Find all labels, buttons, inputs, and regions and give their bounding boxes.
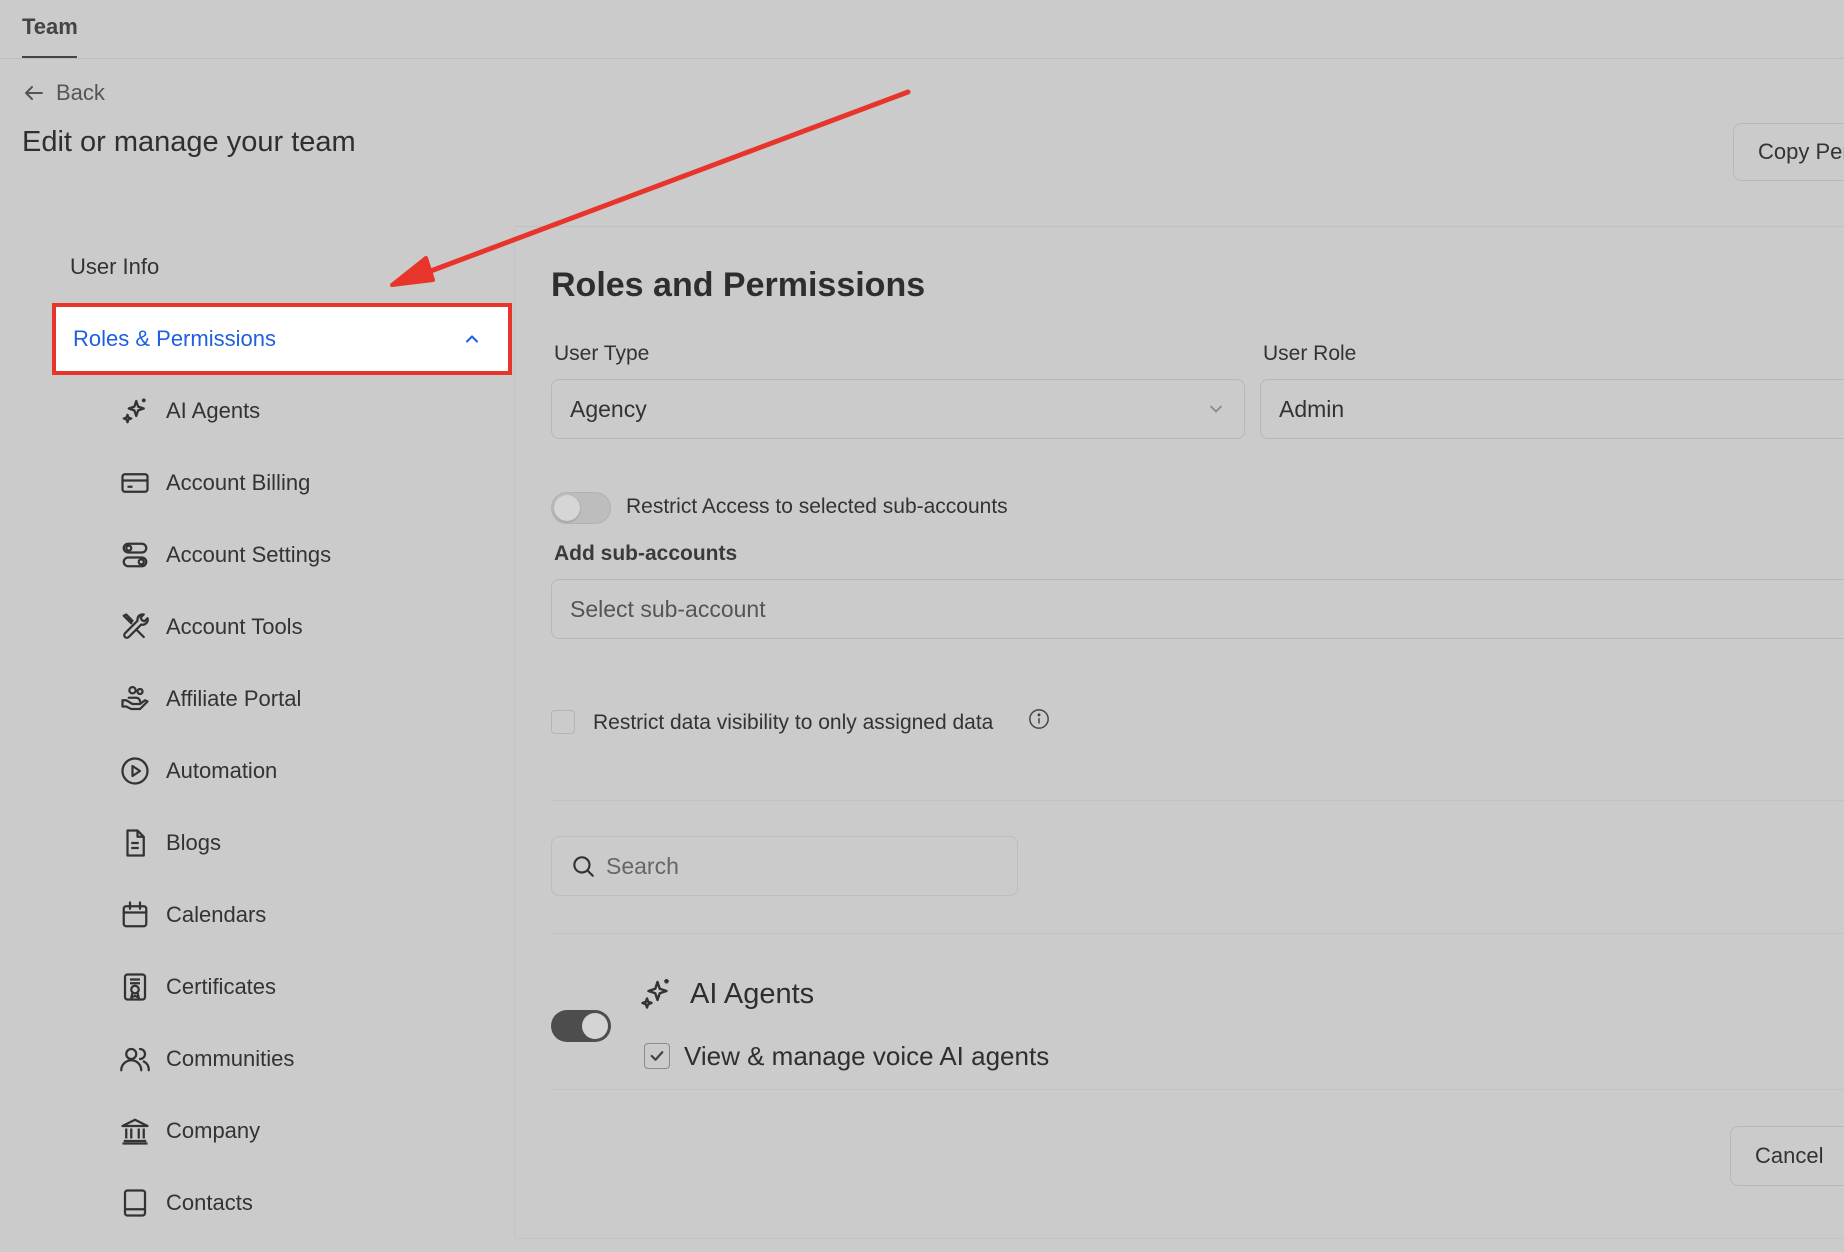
annotation-arrow — [390, 89, 911, 287]
